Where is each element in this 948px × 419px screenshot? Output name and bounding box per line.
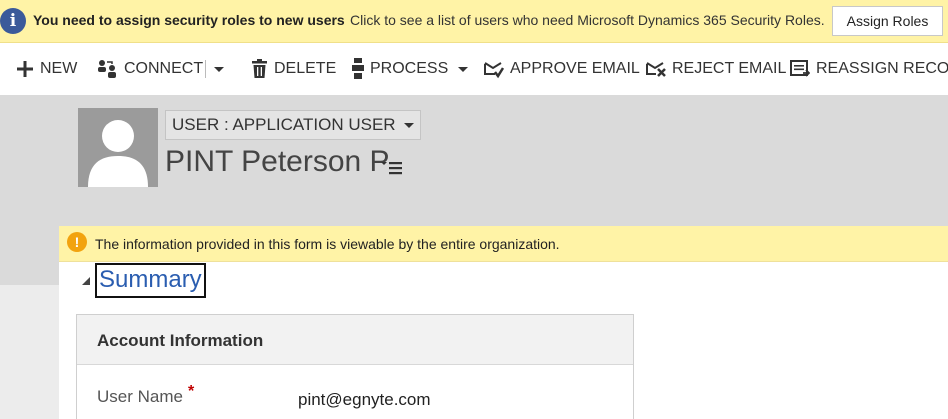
new-button[interactable]: NEW [16,58,77,80]
avatar[interactable] [78,108,158,187]
card-header: Account Information [77,315,633,365]
users-needing-roles-link[interactable]: Click to see a list of users who need Mi… [350,12,825,28]
connect-dropdown-button[interactable] [214,58,224,80]
user-silhouette-icon [88,120,148,187]
form-selector[interactable]: USER : APPLICATION USER [165,110,421,140]
new-label: NEW [40,60,78,77]
assign-roles-button[interactable]: Assign Roles [832,6,943,36]
warning-icon: ! [67,232,87,252]
reassign-records-button[interactable]: REASSIGN RECORDS [790,58,948,80]
trash-icon [252,59,267,78]
account-information-card: Account Information User Name * pint@egn… [76,314,634,419]
reject-email-button[interactable]: REJECT EMAIL [646,58,786,80]
form-selector-label: USER : APPLICATION USER [172,115,396,134]
connect-button[interactable]: CONNECT [97,58,203,80]
delete-button[interactable]: DELETE [251,58,336,80]
info-icon: i [0,8,26,34]
form-visibility-warning: ! The information provided in this form … [59,226,948,262]
reject-email-icon [646,62,666,77]
card-title: Account Information [97,331,264,350]
process-icon [352,58,364,79]
security-roles-notification: i You need to assign security roles to n… [0,0,948,43]
connect-label: CONNECT [124,60,204,77]
process-button[interactable]: PROCESS [352,58,469,80]
plus-icon [17,61,33,77]
approve-email-label: APPROVE EMAIL [510,60,640,77]
warning-text: The information provided in this form is… [95,236,560,252]
collapse-triangle-icon[interactable] [82,277,90,285]
chevron-down-icon [458,66,469,72]
toolbar-divider [205,60,206,78]
user-name-field[interactable]: pint@egnyte.com [298,390,431,410]
notification-title: You need to assign security roles to new… [33,12,345,28]
required-marker: * [188,383,195,400]
delete-label: DELETE [274,60,337,77]
chevron-down-icon [214,66,224,72]
record-name: PINT Peterson P [165,145,390,178]
chevron-down-icon [403,122,414,128]
reject-email-label: REJECT EMAIL [672,60,787,77]
reassign-records-icon [790,60,810,77]
process-label: PROCESS [370,60,449,77]
left-margin [0,285,59,419]
list-menu-icon [381,162,402,175]
connect-people-icon [98,60,116,78]
section-title-summary[interactable]: Summary [95,263,206,298]
user-name-label: User Name [97,387,183,406]
record-navigation-menu-button[interactable] [380,158,404,178]
command-bar: NEW CONNECT DELETE PROCESS APPROVE EMAIL… [0,43,948,95]
reassign-records-label: REASSIGN RECORDS [816,60,948,77]
approve-email-button[interactable]: APPROVE EMAIL [484,58,640,80]
approve-email-icon [484,62,504,79]
